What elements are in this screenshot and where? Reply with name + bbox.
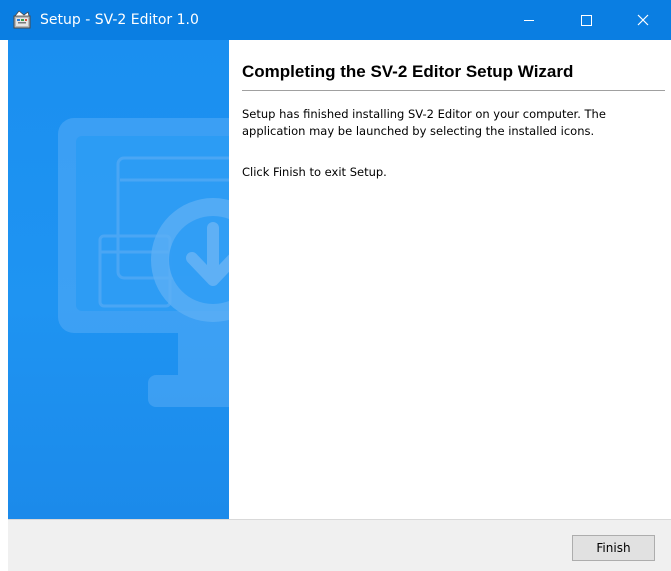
window-title: Setup - SV-2 Editor 1.0: [40, 12, 199, 28]
wizard-banner: [8, 40, 229, 519]
maximize-icon: [581, 15, 592, 26]
close-icon: [637, 14, 649, 26]
page-title: Completing the SV-2 Editor Setup Wizard: [242, 62, 574, 81]
title-bar[interactable]: Setup - SV-2 Editor 1.0: [0, 0, 671, 40]
monitor-download-icon: [58, 118, 229, 407]
minimize-button[interactable]: [506, 0, 552, 40]
button-bar: Finish: [8, 519, 671, 571]
maximize-button[interactable]: [563, 0, 609, 40]
minimize-icon: [524, 20, 534, 21]
title-divider: [242, 90, 665, 91]
finish-button[interactable]: Finish: [572, 535, 655, 561]
install-complete-text: Setup has finished installing SV-2 Edito…: [242, 107, 606, 138]
setup-window: Setup - SV-2 Editor 1.0 Completing the S…: [0, 0, 671, 571]
exit-instruction-text: Click Finish to exit Setup.: [242, 165, 387, 179]
wizard-content: Completing the SV-2 Editor Setup Wizard …: [229, 40, 671, 519]
setup-app-icon[interactable]: [12, 10, 32, 30]
close-button[interactable]: [620, 0, 666, 40]
